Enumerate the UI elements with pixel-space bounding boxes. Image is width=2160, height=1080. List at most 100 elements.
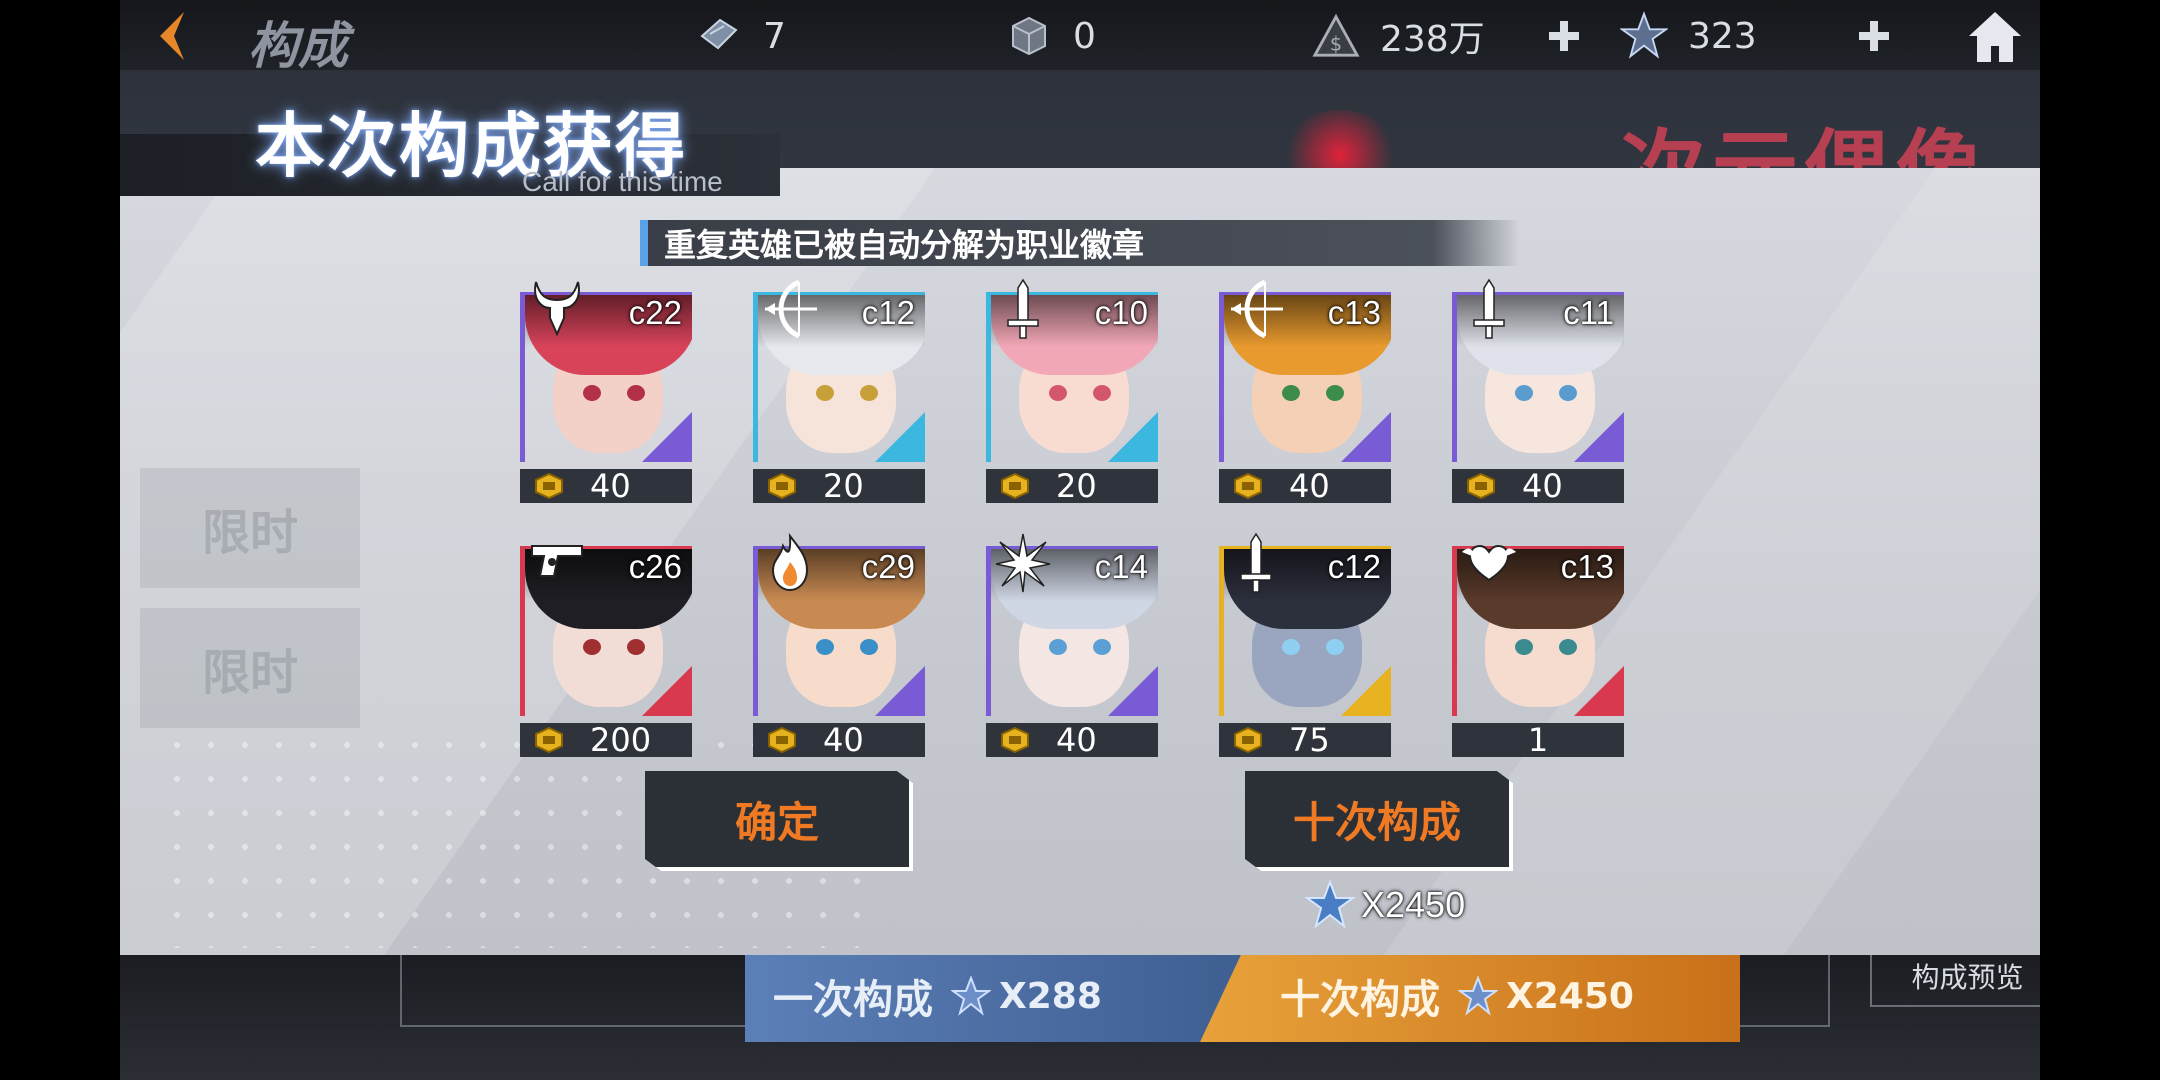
hero-cost: c13 <box>1560 548 1614 585</box>
hero-eye <box>583 385 601 401</box>
cube-resource: 0 <box>1005 8 1096 64</box>
hero-cost: c29 <box>861 548 915 585</box>
rarity-corner <box>1341 412 1391 462</box>
rarity-corner <box>875 412 925 462</box>
hero-card[interactable]: c12 20 <box>753 279 925 505</box>
ten-pull-cost: X2450 <box>1305 880 1465 930</box>
gold-count: 238万 <box>1380 19 1485 60</box>
hero-eye <box>816 639 834 655</box>
rarity-corner <box>1108 412 1158 462</box>
add-crystal-button[interactable] <box>1850 12 1898 60</box>
star-burst-icon <box>994 532 1052 594</box>
class-badge-icon <box>1234 472 1262 500</box>
hero-cost: c14 <box>1094 548 1148 585</box>
crystal-icon <box>1458 976 1498 1016</box>
class-badge-icon <box>535 726 563 754</box>
add-gold-button[interactable] <box>1540 12 1588 60</box>
class-badge-icon <box>768 472 796 500</box>
crystal-star-icon <box>1305 880 1355 929</box>
rarity-corner <box>642 412 692 462</box>
hero-badge-count: 75 <box>1219 721 1391 759</box>
ticket-resource: 7 <box>695 8 786 64</box>
hero-cost: c26 <box>628 548 682 585</box>
hero-badge-count: 20 <box>753 467 925 505</box>
hero-eye <box>1093 639 1111 655</box>
back-button[interactable] <box>142 6 202 66</box>
hero-card[interactable]: c10 20 <box>986 278 1158 505</box>
hero-cost: c12 <box>1327 548 1381 585</box>
badge-value: 40 <box>590 467 631 505</box>
hero-badge-count: 1 <box>1452 721 1624 759</box>
hero-eye <box>583 639 601 655</box>
hero-eye <box>1515 639 1533 655</box>
hero-eye <box>1282 639 1300 655</box>
hero-card[interactable]: c26 200 <box>520 545 692 759</box>
hero-eye <box>1559 385 1577 401</box>
rarity-corner <box>1574 412 1624 462</box>
hero-cost: c10 <box>1094 294 1148 331</box>
hero-cost: c13 <box>1327 294 1381 331</box>
hero-eye <box>1559 639 1577 655</box>
hero-card[interactable]: c29 40 <box>753 532 925 759</box>
hero-card[interactable]: c13 1 <box>1452 544 1624 759</box>
top-bar: 构成 7 0 $ 238万 323 <box>120 0 2040 75</box>
bow-icon <box>761 278 819 340</box>
ten-pull-button-bg: 十次构成 X2450 <box>1200 950 1740 1042</box>
rarity-corner <box>642 666 692 716</box>
badge-value: 40 <box>1056 721 1097 759</box>
hero-eye <box>816 385 834 401</box>
hero-badge-count: 40 <box>520 467 692 505</box>
ten-pull-label-bg: 十次构成 <box>1280 977 1440 1023</box>
demon-horns-icon <box>528 278 586 340</box>
hero-card[interactable]: c13 40 <box>1219 279 1391 505</box>
hero-eye <box>627 385 645 401</box>
ticket-count: 7 <box>763 15 786 57</box>
class-badge-icon <box>1234 726 1262 754</box>
hero-badge-count: 40 <box>986 721 1158 759</box>
gold-resource: $ 238万 <box>1312 8 1485 64</box>
class-badge-icon <box>768 726 796 754</box>
pistol-icon <box>528 532 586 594</box>
result-subtitle: Call for this time <box>522 166 723 197</box>
hero-eye <box>860 639 878 655</box>
svg-text:$: $ <box>1330 32 1342 55</box>
sword-icon <box>1460 278 1518 340</box>
rarity-corner <box>1341 666 1391 716</box>
hero-card[interactable]: c14 40 <box>986 533 1158 759</box>
class-badge-icon <box>1467 472 1495 500</box>
ghost-tab-limited-2: 限时 <box>140 608 360 728</box>
plus-icon <box>1549 21 1579 51</box>
badge-value: 20 <box>1056 467 1097 505</box>
hero-card[interactable]: c22 40 <box>520 281 692 505</box>
badge-value: 200 <box>590 721 652 759</box>
back-arrow-icon <box>160 12 184 60</box>
ten-pull-price-bg: X2450 <box>1458 976 1634 1017</box>
hero-eye <box>1049 385 1067 401</box>
home-button[interactable] <box>1965 8 2025 66</box>
hero-card[interactable]: c11 40 <box>1452 278 1624 505</box>
result-panel: 限时 限时 重复英雄已被自动分解为职业徽章 c22 40 c12 20 c10 20 … <box>120 168 2040 955</box>
badge-value: 75 <box>1289 721 1330 759</box>
badge-value: 40 <box>1289 467 1330 505</box>
confirm-button[interactable]: 确定 <box>645 771 913 871</box>
rarity-corner <box>1108 666 1158 716</box>
hero-eye <box>1515 385 1533 401</box>
badge-value: 40 <box>1522 467 1563 505</box>
hero-cost: c22 <box>628 294 682 331</box>
bow-icon <box>1227 278 1285 340</box>
class-badge-icon <box>535 472 563 500</box>
home-icon <box>1969 12 2021 62</box>
hero-cost: c12 <box>861 294 915 331</box>
single-pull-price: X288 <box>951 976 1102 1017</box>
hero-card[interactable]: c12 75 <box>1219 532 1391 759</box>
rarity-corner <box>1574 666 1624 716</box>
single-pull-label: 一次构成 <box>773 977 933 1023</box>
screen-title: 构成 <box>248 17 348 75</box>
hero-eye <box>860 385 878 401</box>
ten-pull-button[interactable]: 十次构成 <box>1245 771 1513 871</box>
rarity-corner <box>875 666 925 716</box>
hero-eye <box>1049 639 1067 655</box>
auto-decompose-notice: 重复英雄已被自动分解为职业徽章 <box>640 220 1520 266</box>
ticket-icon <box>695 12 743 60</box>
cube-count: 0 <box>1073 15 1096 57</box>
